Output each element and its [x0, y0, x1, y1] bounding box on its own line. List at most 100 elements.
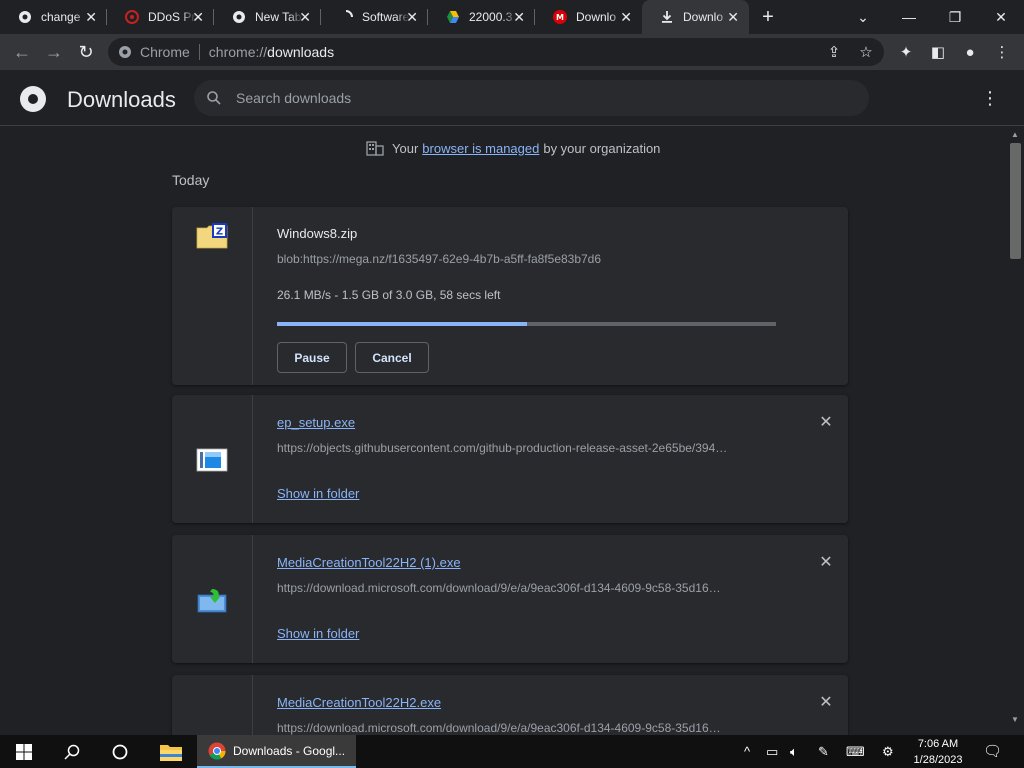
google-icon: [18, 10, 32, 24]
system-clock[interactable]: 7:06 AM 1/28/2023: [908, 736, 968, 768]
tab-mega[interactable]: M Downlo ✕: [535, 0, 642, 34]
search-icon[interactable]: [48, 735, 96, 768]
volume-icon[interactable]: 🔈︎: [790, 744, 798, 760]
address-bar[interactable]: Chrome chrome://downloads: [108, 38, 884, 66]
pen-icon[interactable]: ✎: [818, 744, 829, 760]
back-arrow-icon[interactable]: ←: [6, 36, 38, 68]
chrome-icon: [232, 10, 246, 24]
file-name-link[interactable]: MediaCreationTool22H2 (1).exe: [277, 555, 461, 570]
file-url: https://download.microsoft.com/download/…: [277, 581, 777, 595]
tab-search-icon[interactable]: ⌄: [840, 0, 886, 34]
cancel-button[interactable]: Cancel: [355, 342, 429, 373]
tab-title: Downlo: [683, 10, 731, 24]
ddos-icon: [125, 10, 139, 24]
tab-downloads[interactable]: Downlo ✕: [642, 0, 749, 34]
exe-file-icon: [196, 447, 228, 473]
show-in-folder-link[interactable]: Show in folder: [277, 486, 359, 501]
menu-kebab-icon[interactable]: ⋮: [992, 42, 1012, 62]
omnibox-divider: [199, 44, 200, 60]
touch-keyboard-icon[interactable]: ⌨︎: [846, 744, 865, 760]
close-icon[interactable]: ✕: [727, 9, 739, 25]
restore-button[interactable]: ❐: [932, 0, 978, 34]
tab-strip: change ✕ DDoS Pr ✕ New Tab ✕ Software ✕ …: [0, 0, 1024, 34]
tab-title: DDoS Pr: [148, 10, 196, 24]
drive-icon: [446, 10, 460, 24]
tab-software[interactable]: Software ✕: [321, 0, 428, 34]
close-icon[interactable]: ✕: [406, 9, 418, 25]
clock-date: 1/28/2023: [908, 752, 968, 768]
minimize-button[interactable]: —: [886, 0, 932, 34]
reload-icon[interactable]: ↻: [70, 36, 102, 68]
downloads-menu-icon[interactable]: ⋮: [980, 88, 1000, 108]
building-icon: [366, 140, 384, 156]
browser-managed-link[interactable]: browser is managed: [422, 141, 539, 156]
close-icon[interactable]: ✕: [513, 9, 525, 25]
remove-from-list-icon[interactable]: ✕: [818, 695, 834, 711]
close-icon[interactable]: ✕: [85, 9, 97, 25]
network-icon[interactable]: ▭: [766, 744, 778, 760]
close-icon[interactable]: ✕: [299, 9, 311, 25]
url-text[interactable]: chrome://downloads: [209, 44, 334, 60]
cortana-icon[interactable]: [96, 735, 144, 768]
site-info[interactable]: Chrome: [118, 44, 190, 60]
profile-icon[interactable]: ●: [960, 42, 980, 62]
extensions-icon[interactable]: ✦: [896, 42, 916, 62]
side-panel-icon[interactable]: ◧: [928, 42, 948, 62]
site-label: Chrome: [140, 44, 190, 60]
close-icon[interactable]: ✕: [620, 9, 632, 25]
close-icon[interactable]: ✕: [192, 9, 204, 25]
tab-change[interactable]: change ✕: [0, 0, 107, 34]
share-icon[interactable]: ⇪: [824, 42, 844, 62]
windows-taskbar: Downloads - Googl... ^ ▭ 🔈︎ ✎ ⌨︎ ⚙︎ 7:06…: [0, 735, 1024, 768]
managed-text-before: Your: [392, 141, 418, 156]
scroll-down-arrow-icon[interactable]: ▼: [1011, 715, 1019, 724]
scroll-up-arrow-icon[interactable]: ▲: [1011, 130, 1019, 139]
mega-icon: M: [553, 10, 567, 24]
taskbar-app-label: Downloads - Googl...: [233, 744, 345, 758]
search-downloads-field[interactable]: Search downloads: [194, 80, 869, 116]
date-section-label: Today: [172, 172, 209, 188]
taskbar-chrome-downloads[interactable]: Downloads - Googl...: [197, 735, 356, 768]
downloads-list-area: Your browser is managed by your organiza…: [0, 127, 1007, 735]
settings-gear-icon[interactable]: ⚙︎: [882, 744, 894, 760]
scrollbar-thumb[interactable]: [1010, 143, 1021, 259]
close-window-button[interactable]: ✕: [978, 0, 1024, 34]
zip-file-icon: Z: [196, 223, 228, 249]
remove-from-list-icon[interactable]: ✕: [818, 415, 834, 431]
file-name-link[interactable]: MediaCreationTool22H2.exe: [277, 695, 441, 710]
media-creation-tool-icon: [196, 587, 228, 613]
chrome-icon: [208, 742, 226, 760]
tab-title: Software: [362, 10, 410, 24]
windows-start-icon[interactable]: [0, 735, 48, 768]
file-url: blob:https://mega.nz/f1635497-62e9-4b7b-…: [277, 252, 777, 266]
downloads-header: Downloads Search downloads ⋮: [0, 70, 1024, 126]
file-explorer-icon[interactable]: [146, 735, 196, 768]
chrome-logo-icon: [20, 86, 46, 112]
tab-title: 22000.3: [469, 10, 517, 24]
file-name-link[interactable]: ep_setup.exe: [277, 415, 355, 430]
pause-button[interactable]: Pause: [277, 342, 347, 373]
tab-title: Downlo: [576, 10, 624, 24]
show-hidden-icons-chevron-icon[interactable]: ^: [744, 744, 750, 759]
tab-title: New Tab: [255, 10, 303, 24]
managed-notice: Your browser is managed by your organiza…: [366, 140, 660, 156]
remove-from-list-icon[interactable]: ✕: [818, 555, 834, 571]
show-in-folder-link[interactable]: Show in folder: [277, 626, 359, 641]
file-icon-column: [172, 395, 253, 523]
forward-arrow-icon[interactable]: →: [38, 36, 70, 68]
file-url: https://objects.githubusercontent.com/gi…: [277, 441, 777, 455]
tab-drive[interactable]: 22000.3 ✕: [428, 0, 535, 34]
download-item: MediaCreationTool22H2.exe https://downlo…: [172, 675, 848, 735]
vertical-scrollbar[interactable]: ▲ ▼: [1007, 127, 1024, 735]
clock-time: 7:06 AM: [908, 736, 968, 752]
url-scheme: chrome://: [209, 44, 267, 60]
tab-ddos[interactable]: DDoS Pr ✕: [107, 0, 214, 34]
loading-icon: [339, 10, 353, 24]
search-placeholder: Search downloads: [236, 90, 351, 106]
new-tab-button[interactable]: +: [749, 0, 787, 34]
download-progress-bar: [277, 322, 776, 326]
download-item: Z Windows8.zip blob:https://mega.nz/f163…: [172, 207, 848, 385]
bookmark-star-icon[interactable]: ☆: [856, 42, 876, 62]
tab-new-tab[interactable]: New Tab ✕: [214, 0, 321, 34]
notifications-icon[interactable]: 🗨︎: [983, 742, 1002, 760]
